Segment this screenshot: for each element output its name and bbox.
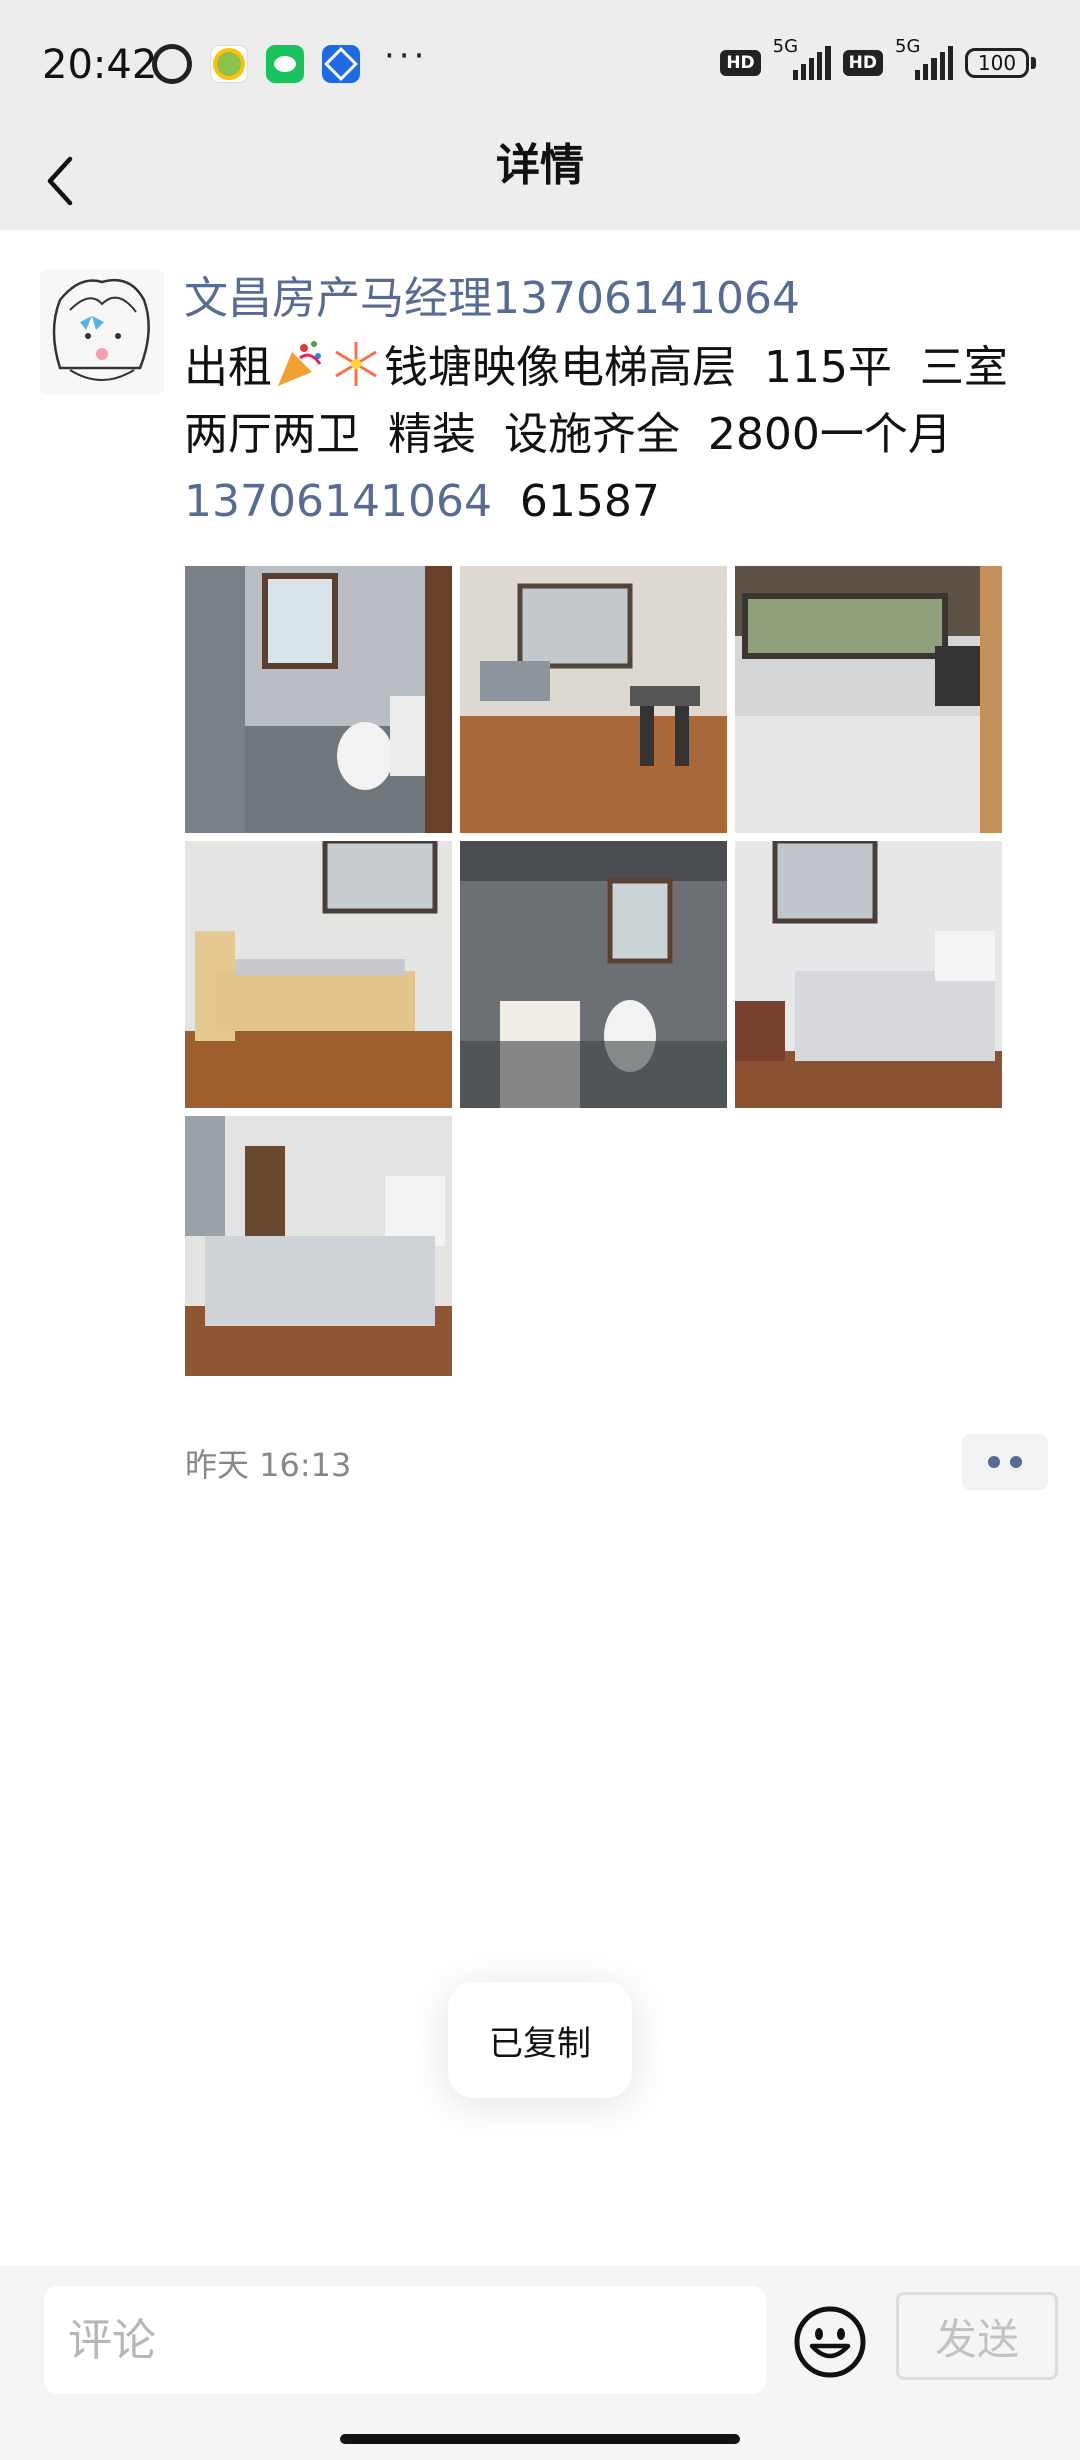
comment-bar: 发送	[0, 2266, 1080, 2460]
post-image[interactable]	[185, 566, 452, 833]
smiley-icon	[794, 2306, 866, 2378]
signal-icon: 5G	[773, 36, 831, 80]
post-image[interactable]	[735, 566, 1002, 833]
post-image[interactable]	[185, 1116, 452, 1376]
post-image[interactable]	[735, 841, 1002, 1108]
status-bar: 20:42 ··· HD 5G HD 5G 100	[0, 0, 1080, 136]
post-body: 文昌房产马经理13706141064 出租 钱塘映像电梯高层 115平 三室两厅两…	[184, 270, 1044, 535]
more-actions-button[interactable]	[962, 1434, 1048, 1490]
author-name[interactable]: 文昌房产马经理13706141064	[184, 270, 1044, 328]
page-title: 详情	[496, 140, 584, 191]
post-image[interactable]	[460, 841, 727, 1108]
avatar[interactable]	[40, 270, 164, 394]
nav-header: 详情	[0, 136, 1080, 230]
battery-icon: 100	[965, 48, 1036, 78]
image-grid	[185, 566, 1005, 1384]
more-dots-icon	[988, 1456, 1000, 1468]
copied-toast: 已复制	[448, 1982, 632, 2098]
phone-link[interactable]: 13706141064	[184, 476, 492, 527]
status-right: HD 5G HD 5G 100	[720, 36, 1036, 80]
post-image[interactable]	[460, 566, 727, 833]
alarm-icon	[152, 44, 192, 84]
post-text[interactable]: 出租 钱塘映像电梯高层 115平 三室两厅两卫 精装 设施齐全 2800一个月 1…	[184, 334, 1044, 535]
home-indicator[interactable]	[340, 2434, 740, 2444]
signal-icon-2: 5G	[895, 36, 954, 80]
emoji-button[interactable]	[792, 2304, 868, 2380]
more-notifications-icon: ···	[384, 36, 429, 76]
app-notification-icon	[210, 45, 248, 83]
fireworks-icon	[335, 342, 377, 386]
status-notification-icons: ···	[152, 36, 428, 84]
app-notification-icon-2	[322, 45, 360, 83]
status-time: 20:42	[42, 42, 158, 88]
party-popper-icon	[278, 341, 322, 386]
comment-input[interactable]	[44, 2286, 766, 2394]
hd-icon-2: HD	[842, 50, 883, 76]
send-button[interactable]: 发送	[896, 2292, 1058, 2380]
post-timestamp: 昨天 16:13	[185, 1446, 352, 1484]
post-image[interactable]	[185, 841, 452, 1108]
hd-icon: HD	[720, 50, 761, 76]
wechat-icon	[266, 45, 304, 83]
